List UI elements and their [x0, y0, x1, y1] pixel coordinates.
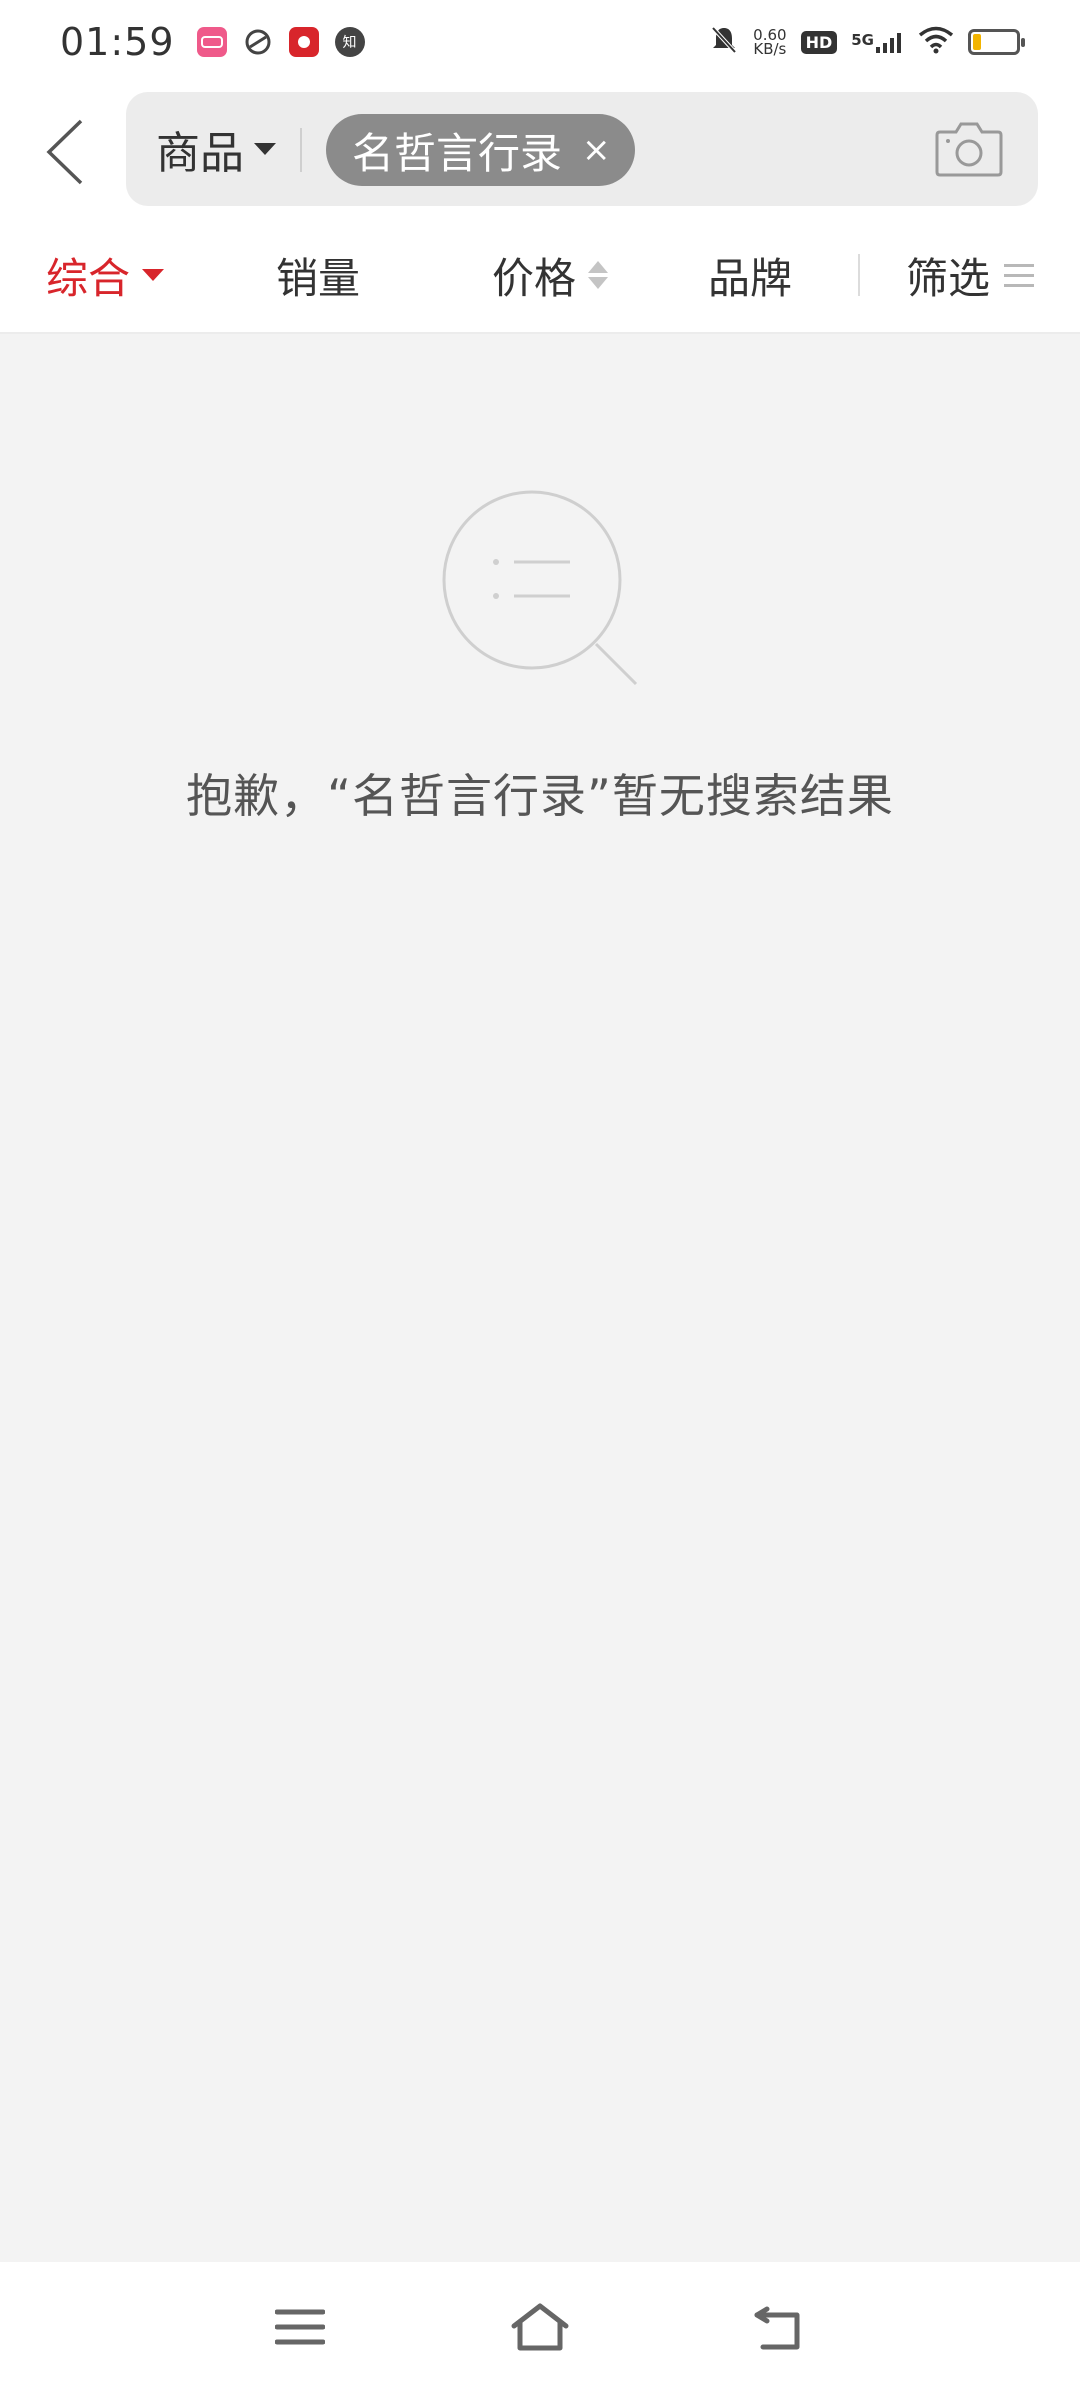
hd-badge: HD [800, 30, 838, 54]
search-scope-dropdown[interactable]: 商品 [156, 92, 276, 206]
filter-list-icon [1004, 263, 1035, 287]
back-arrow-icon [754, 2306, 800, 2350]
notification-icons: 知 [196, 27, 365, 57]
search-scope-label: 商品 [156, 128, 244, 179]
keyword-chip-text: 名哲言行录 [352, 128, 563, 178]
empty-state-message: 抱歉，“名哲言行录”暂无搜索结果 [186, 769, 894, 823]
tab-sales-label: 销量 [276, 253, 361, 303]
status-indicators: 0.60 KB/s HD 5G [709, 24, 1025, 60]
caret-down-icon [254, 143, 276, 155]
keyword-chip[interactable]: 名哲言行录 × [326, 114, 635, 186]
home-icon [511, 2303, 569, 2351]
sort-arrows-icon [588, 261, 609, 289]
close-icon[interactable]: × [582, 133, 611, 167]
back-button[interactable] [30, 112, 100, 192]
tab-sales[interactable]: 销量 [276, 216, 360, 334]
network-label: 5G [851, 31, 874, 49]
empty-search-icon [440, 488, 640, 688]
chevron-left-icon [46, 119, 83, 185]
tab-filter-label: 筛选 [906, 253, 991, 303]
mute-bell-icon [709, 24, 739, 60]
menu-nav-button[interactable] [265, 2292, 335, 2362]
wifi-icon [918, 26, 954, 58]
tab-price-label: 价格 [492, 253, 577, 303]
red-app-icon [288, 27, 319, 57]
tab-divider [858, 254, 860, 296]
status-bar: 01:59 知 0.60 KB/s HD 5G [0, 0, 1080, 84]
search-header: 商品 名哲言行录 × [0, 84, 1080, 216]
zhihu-icon-label: 知 [342, 35, 357, 51]
menu-icon [275, 2309, 325, 2345]
back-nav-button[interactable] [745, 2292, 815, 2362]
tab-comprehensive[interactable]: 综合 [46, 216, 165, 334]
net-speed: 0.60 KB/s [753, 28, 787, 58]
swirl-app-icon [243, 27, 273, 57]
signal-5g-icon: 5G [851, 31, 904, 53]
tab-price[interactable]: 价格 [492, 216, 609, 334]
camera-icon [935, 122, 1003, 177]
status-time: 01:59 [60, 20, 175, 64]
lalala-app-icon [196, 27, 227, 57]
search-box[interactable]: 商品 名哲言行录 × [126, 92, 1038, 206]
camera-search-button[interactable] [934, 116, 1004, 180]
search-divider [300, 128, 302, 172]
tab-filter[interactable]: 筛选 [906, 216, 1035, 334]
net-speed-unit: KB/s [753, 40, 787, 58]
battery-icon [968, 29, 1025, 55]
tab-brand-label: 品牌 [708, 253, 793, 303]
home-nav-button[interactable] [505, 2292, 575, 2362]
zhihu-icon: 知 [334, 27, 365, 57]
system-nav-bar [0, 2262, 1080, 2388]
tab-brand[interactable]: 品牌 [708, 216, 792, 334]
sort-tabs: 综合 销量 价格 品牌 筛选 [0, 216, 1080, 334]
tab-comprehensive-label: 综合 [46, 253, 131, 303]
battery-level [973, 34, 981, 50]
caret-down-icon [142, 269, 165, 281]
